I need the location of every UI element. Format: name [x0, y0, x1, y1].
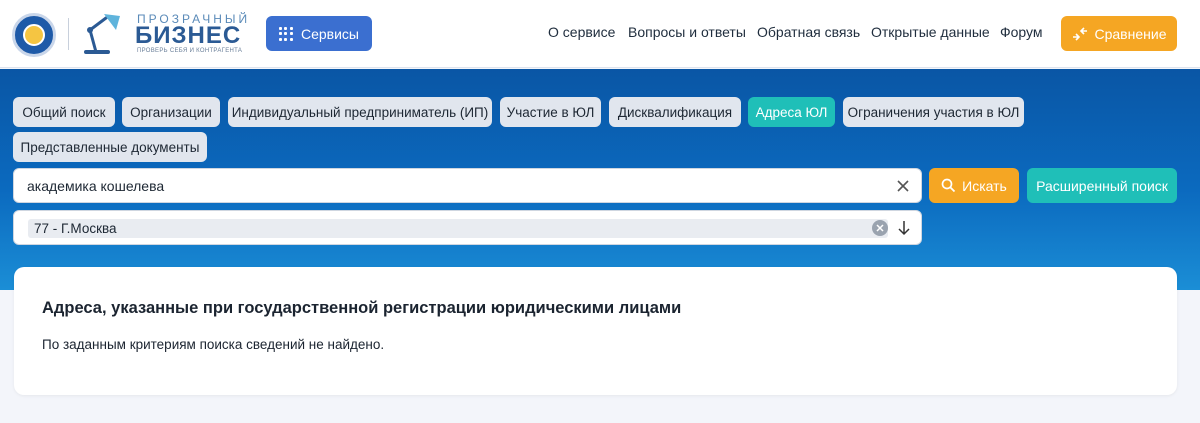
- result-message: По заданным критериям поиска сведений не…: [42, 337, 385, 352]
- chip-clear-icon[interactable]: [872, 220, 888, 236]
- search-input[interactable]: академика кошелева: [13, 168, 922, 203]
- tab-submitted-documents[interactable]: Представленные документы: [13, 132, 207, 162]
- tab-general-search[interactable]: Общий поиск: [13, 97, 115, 127]
- header-divider: [68, 18, 69, 50]
- nav-faq[interactable]: Вопросы и ответы: [628, 24, 746, 40]
- services-label: Сервисы: [300, 25, 359, 42]
- search-button[interactable]: Искать: [929, 168, 1019, 203]
- clear-icon[interactable]: [893, 176, 913, 196]
- tab-disqualification[interactable]: Дисквалификация: [609, 97, 741, 127]
- region-chip-label: 77 - Г.Москва: [34, 221, 117, 236]
- search-input-value[interactable]: академика кошелева: [27, 178, 164, 194]
- compare-button[interactable]: Сравнение: [1061, 16, 1177, 51]
- compare-label: Сравнение: [1094, 25, 1167, 42]
- logo-main-text[interactable]: БИЗНЕС: [135, 22, 241, 50]
- lamp-logo-icon[interactable]: [80, 12, 130, 56]
- compare-icon: [1072, 26, 1087, 41]
- region-select[interactable]: 77 - Г.Москва: [13, 210, 922, 245]
- services-button[interactable]: Сервисы: [266, 16, 372, 51]
- tab-legal-addresses[interactable]: Адреса ЮЛ: [748, 97, 835, 127]
- nav-forum[interactable]: Форум: [1000, 24, 1043, 40]
- result-title: Адреса, указанные при государственной ре…: [42, 299, 682, 317]
- region-chip: 77 - Г.Москва: [28, 219, 888, 238]
- fns-emblem-icon[interactable]: [12, 13, 56, 57]
- nav-about[interactable]: О сервисе: [548, 24, 615, 40]
- logo-sub-text: ПРОВЕРЬ СЕБЯ И КОНТРАГЕНТА: [137, 48, 243, 54]
- arrow-down-icon[interactable]: [897, 219, 911, 237]
- tab-individual-entrepreneur[interactable]: Индивидуальный предприниматель (ИП): [228, 97, 492, 127]
- search-icon: [941, 178, 956, 193]
- tab-organizations[interactable]: Организации: [122, 97, 220, 127]
- tab-participation-limits[interactable]: Ограничения участия в ЮЛ: [843, 97, 1024, 127]
- result-card: Адреса, указанные при государственной ре…: [14, 267, 1177, 395]
- nav-open-data[interactable]: Открытые данные: [871, 24, 990, 40]
- tab-participation[interactable]: Участие в ЮЛ: [500, 97, 601, 127]
- site-header: ПРОЗРАЧНЫЙ БИЗНЕС ПРОВЕРЬ СЕБЯ И КОНТРАГ…: [0, 0, 1200, 68]
- search-button-label: Искать: [962, 177, 1007, 194]
- advanced-search-button[interactable]: Расширенный поиск: [1027, 168, 1177, 203]
- grid-icon: [278, 26, 293, 41]
- nav-feedback[interactable]: Обратная связь: [757, 24, 860, 40]
